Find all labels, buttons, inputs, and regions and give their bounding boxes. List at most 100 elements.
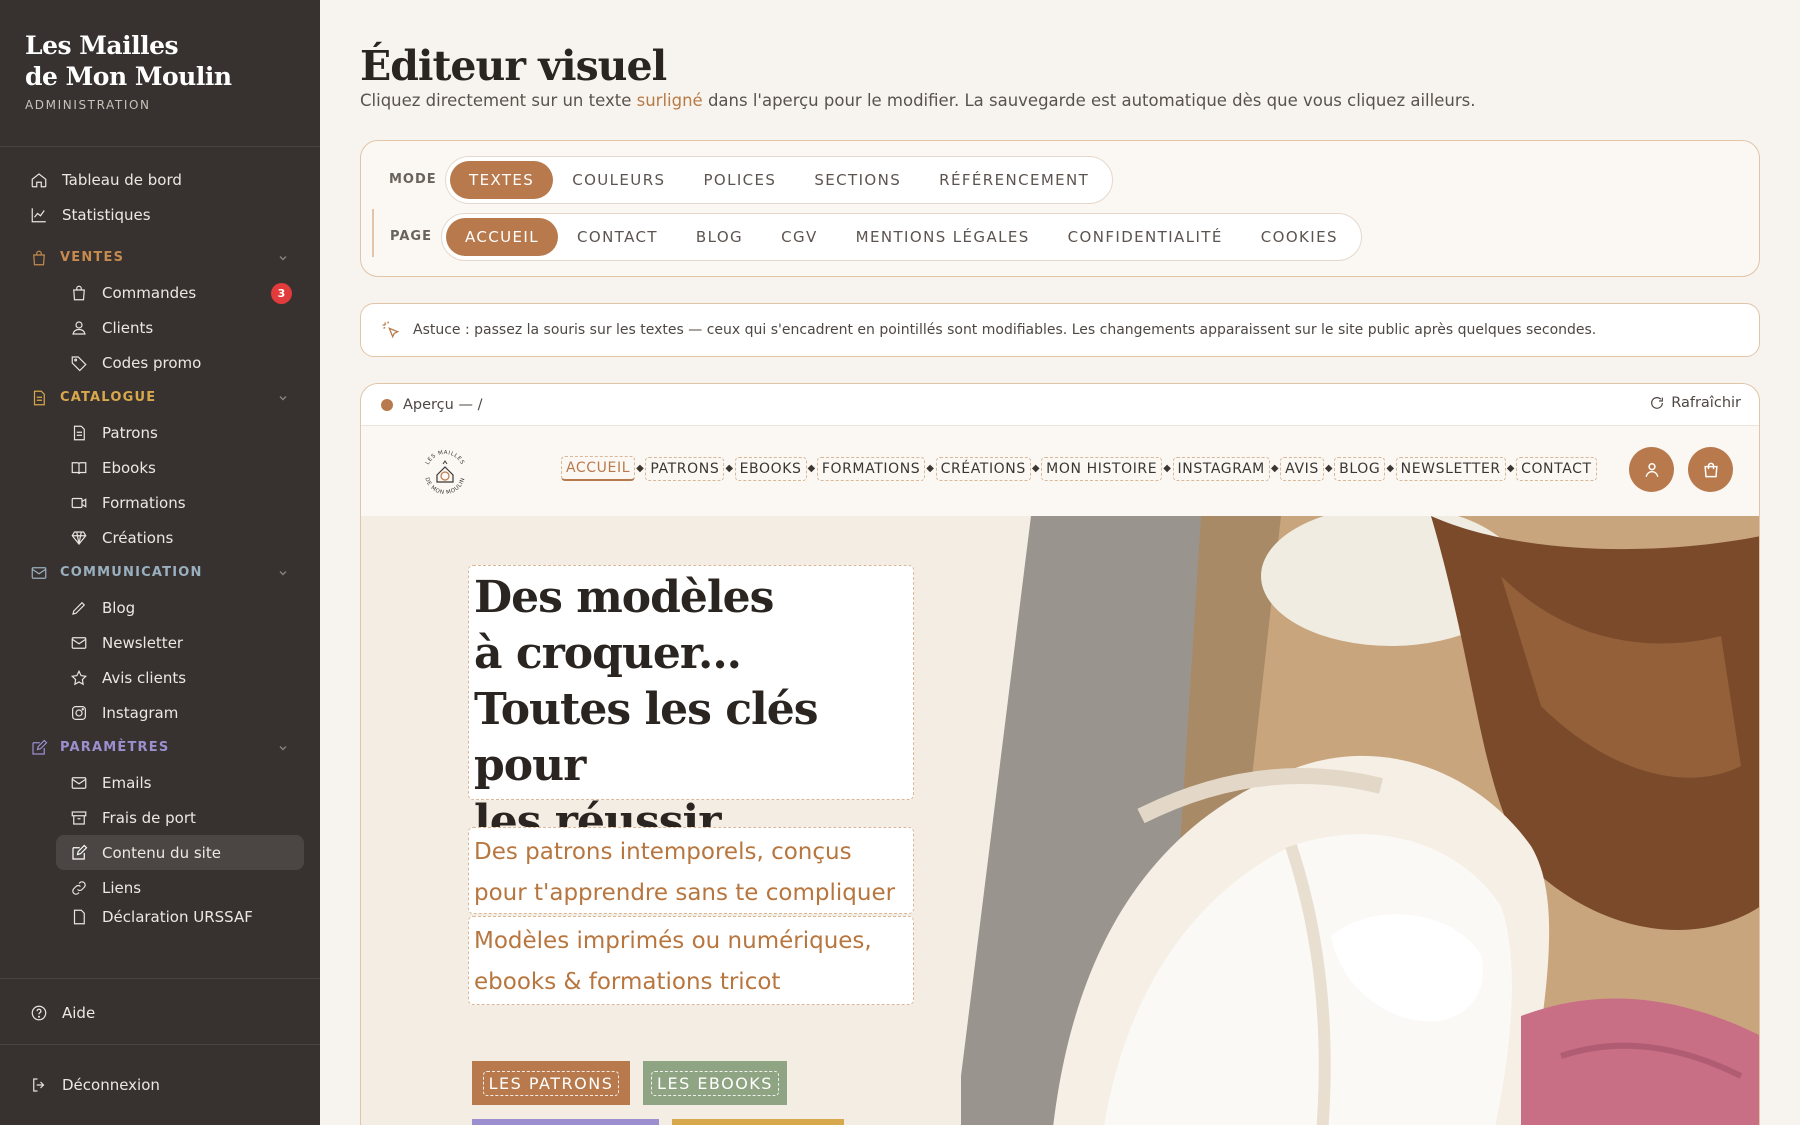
preview-path: Aperçu — / [403, 396, 483, 413]
site-nav-contact[interactable]: CONTACT [1516, 456, 1597, 481]
section-communication[interactable]: COMMUNICATION [0, 555, 320, 590]
cta-label: LES EBOOKS [651, 1070, 779, 1096]
sidebar-item-logout[interactable]: Déconnexion [0, 1067, 320, 1102]
chevron-down-icon [279, 396, 287, 401]
section-label: VENTES [60, 250, 125, 265]
sidebar-item-label: Avis clients [102, 668, 187, 687]
site-nav-instagram[interactable]: INSTAGRAM [1172, 456, 1270, 481]
site-nav-patrons[interactable]: PATRONS [645, 456, 725, 481]
sidebar-nav: Tableau de bord Statistiques VENTES Comm… [0, 162, 320, 925]
hero-tagline[interactable]: Modèles imprimés ou numériques, ebooks &… [468, 916, 914, 1005]
mode-tab-sections[interactable]: SECTIONS [795, 161, 920, 199]
sidebar-item-label: Déclaration URSSAF [102, 908, 253, 925]
desc-highlight: surligné [636, 91, 703, 110]
pencil-icon [72, 601, 86, 615]
nav-separator: ◆ [1386, 463, 1395, 474]
document-icon [33, 390, 45, 405]
sidebar-item-label: Contenu du site [102, 843, 221, 862]
diamond-icon [71, 530, 87, 545]
mode-tab-couleurs[interactable]: COULEURS [553, 161, 684, 199]
sidebar-item-label: Patrons [102, 423, 158, 442]
sidebar-item-frais-de-port[interactable]: Frais de port [0, 800, 320, 835]
sidebar-item-ebooks[interactable]: Ebooks [0, 450, 320, 485]
chevron-down-icon [279, 571, 287, 576]
site-nav-newsletter[interactable]: NEWSLETTER [1395, 456, 1506, 481]
refresh-button[interactable]: Rafraîchir [1649, 395, 1741, 411]
sidebar-item-avis[interactable]: Avis clients [0, 660, 320, 695]
page-tab-accueil[interactable]: ACCUEIL [446, 218, 558, 256]
book-icon [71, 461, 87, 474]
star-icon [70, 669, 88, 685]
account-button[interactable] [1629, 447, 1674, 492]
help-circle-icon [31, 1005, 47, 1020]
sidebar-item-contenu-du-site[interactable]: Contenu du site [56, 835, 304, 870]
cta-button-partial[interactable] [472, 1119, 659, 1125]
hero-title-line: à croquer... [474, 628, 742, 679]
cta-button-partial[interactable] [672, 1119, 844, 1125]
sidebar-item-creations[interactable]: Créations [0, 520, 320, 555]
mode-label: MODE [389, 172, 437, 187]
section-catalogue[interactable]: CATALOGUE [0, 380, 320, 415]
page-tab-contact[interactable]: CONTACT [558, 218, 677, 256]
page-tab-mentions-legales[interactable]: MENTIONS LÉGALES [837, 218, 1049, 256]
instagram-icon [72, 705, 86, 720]
page-tab-blog[interactable]: BLOG [677, 218, 762, 256]
hero-title[interactable]: Des modèles à croquer... Toutes les clés… [468, 565, 914, 847]
preview-bar: Aperçu — / Rafraîchir [361, 384, 1759, 426]
sidebar-item-blog[interactable]: Blog [0, 590, 320, 625]
sidebar-item-label: Clients [102, 318, 154, 337]
site-nav-ebooks[interactable]: EBOOKS [734, 456, 807, 481]
sparkle-cursor-icon [382, 321, 400, 339]
sidebar-item-patrons[interactable]: Patrons [0, 415, 320, 450]
sidebar-item-stats[interactable]: Statistiques [0, 197, 320, 232]
hero-subtitle[interactable]: Des patrons intemporels, conçus pour t'a… [468, 827, 914, 947]
sidebar-item-commandes[interactable]: Commandes 3 [0, 275, 320, 310]
site-nav-formations[interactable]: FORMATIONS [816, 456, 926, 481]
sidebar-item-label: Tableau de bord [62, 170, 182, 189]
site-nav-accueil[interactable]: ACCUEIL [561, 456, 636, 481]
section-parametres[interactable]: PARAMÈTRES [0, 730, 320, 765]
video-icon [71, 497, 87, 508]
brand[interactable]: Les Mailles de Mon Moulin ADMINISTRATION [25, 30, 232, 112]
site-nav-creations[interactable]: CRÉATIONS [935, 456, 1031, 481]
cta-patrons-button[interactable]: LES PATRONS [472, 1061, 630, 1105]
file-icon [73, 909, 85, 925]
sidebar-item-aide[interactable]: Aide [0, 995, 320, 1030]
page-tab-confidentialite[interactable]: CONFIDENTIALITÉ [1049, 218, 1242, 256]
site-logo[interactable]: LES MAILLES DE MON MOULIN [417, 444, 473, 500]
status-dot [381, 398, 393, 411]
sidebar-item-label: Liens [102, 878, 142, 897]
editor-toolbar: MODE TEXTES COULEURS POLICES SECTIONS RÉ… [360, 140, 1760, 277]
nav-separator: ◆ [1031, 463, 1041, 474]
sidebar-item-instagram[interactable]: Instagram [0, 695, 320, 730]
site-frame: LES MAILLES DE MON MOULIN ACCUEIL ◆ PATRO… [361, 426, 1759, 1125]
orders-count-badge: 3 [271, 283, 292, 304]
cta-ebooks-button[interactable]: LES EBOOKS [643, 1061, 787, 1105]
sidebar-item-liens[interactable]: Liens [0, 870, 320, 905]
cart-button[interactable] [1688, 447, 1733, 492]
page-tab-cookies[interactable]: COOKIES [1242, 218, 1357, 256]
sidebar-item-codes-promo[interactable]: Codes promo [0, 345, 320, 380]
brand-subtitle: ADMINISTRATION [25, 98, 151, 112]
tip-text: Astuce : passez la souris sur les textes… [413, 322, 1597, 338]
mode-tab-textes[interactable]: TEXTES [450, 161, 554, 199]
page-tab-cgv[interactable]: CGV [762, 218, 837, 256]
mode-tab-polices[interactable]: POLICES [684, 161, 795, 199]
sidebar-item-dashboard[interactable]: Tableau de bord [0, 162, 320, 197]
hero-photo-child-knit [961, 516, 1759, 1125]
site-nav: ACCUEIL ◆ PATRONS ◆ EBOOKS ◆ FORMATIONS ◆ CR… [561, 456, 1597, 481]
section-ventes[interactable]: VENTES [0, 240, 320, 275]
sidebar-item-label: Frais de port [102, 808, 196, 827]
desc-text: dans l'aperçu pour le modifier. La sauve… [702, 91, 1476, 110]
site-nav-blog[interactable]: BLOG [1334, 456, 1386, 481]
mode-tab-referencement[interactable]: RÉFÉRENCEMENT [920, 161, 1108, 199]
sidebar-item-clients[interactable]: Clients [0, 310, 320, 345]
site-nav-mon-histoire[interactable]: MON HISTOIRE [1041, 456, 1163, 481]
mode-selector: TEXTES COULEURS POLICES SECTIONS RÉFÉREN… [445, 156, 1114, 204]
sidebar-item-emails[interactable]: Emails [0, 765, 320, 800]
sidebar-item-newsletter[interactable]: Newsletter [0, 625, 320, 660]
site-nav-avis[interactable]: AVIS [1280, 456, 1324, 481]
sidebar-item-formations[interactable]: Formations [0, 485, 320, 520]
brand-title-line1: Les Mailles [25, 31, 179, 60]
sidebar-item-urssaf[interactable]: Déclaration URSSAF [0, 905, 320, 925]
